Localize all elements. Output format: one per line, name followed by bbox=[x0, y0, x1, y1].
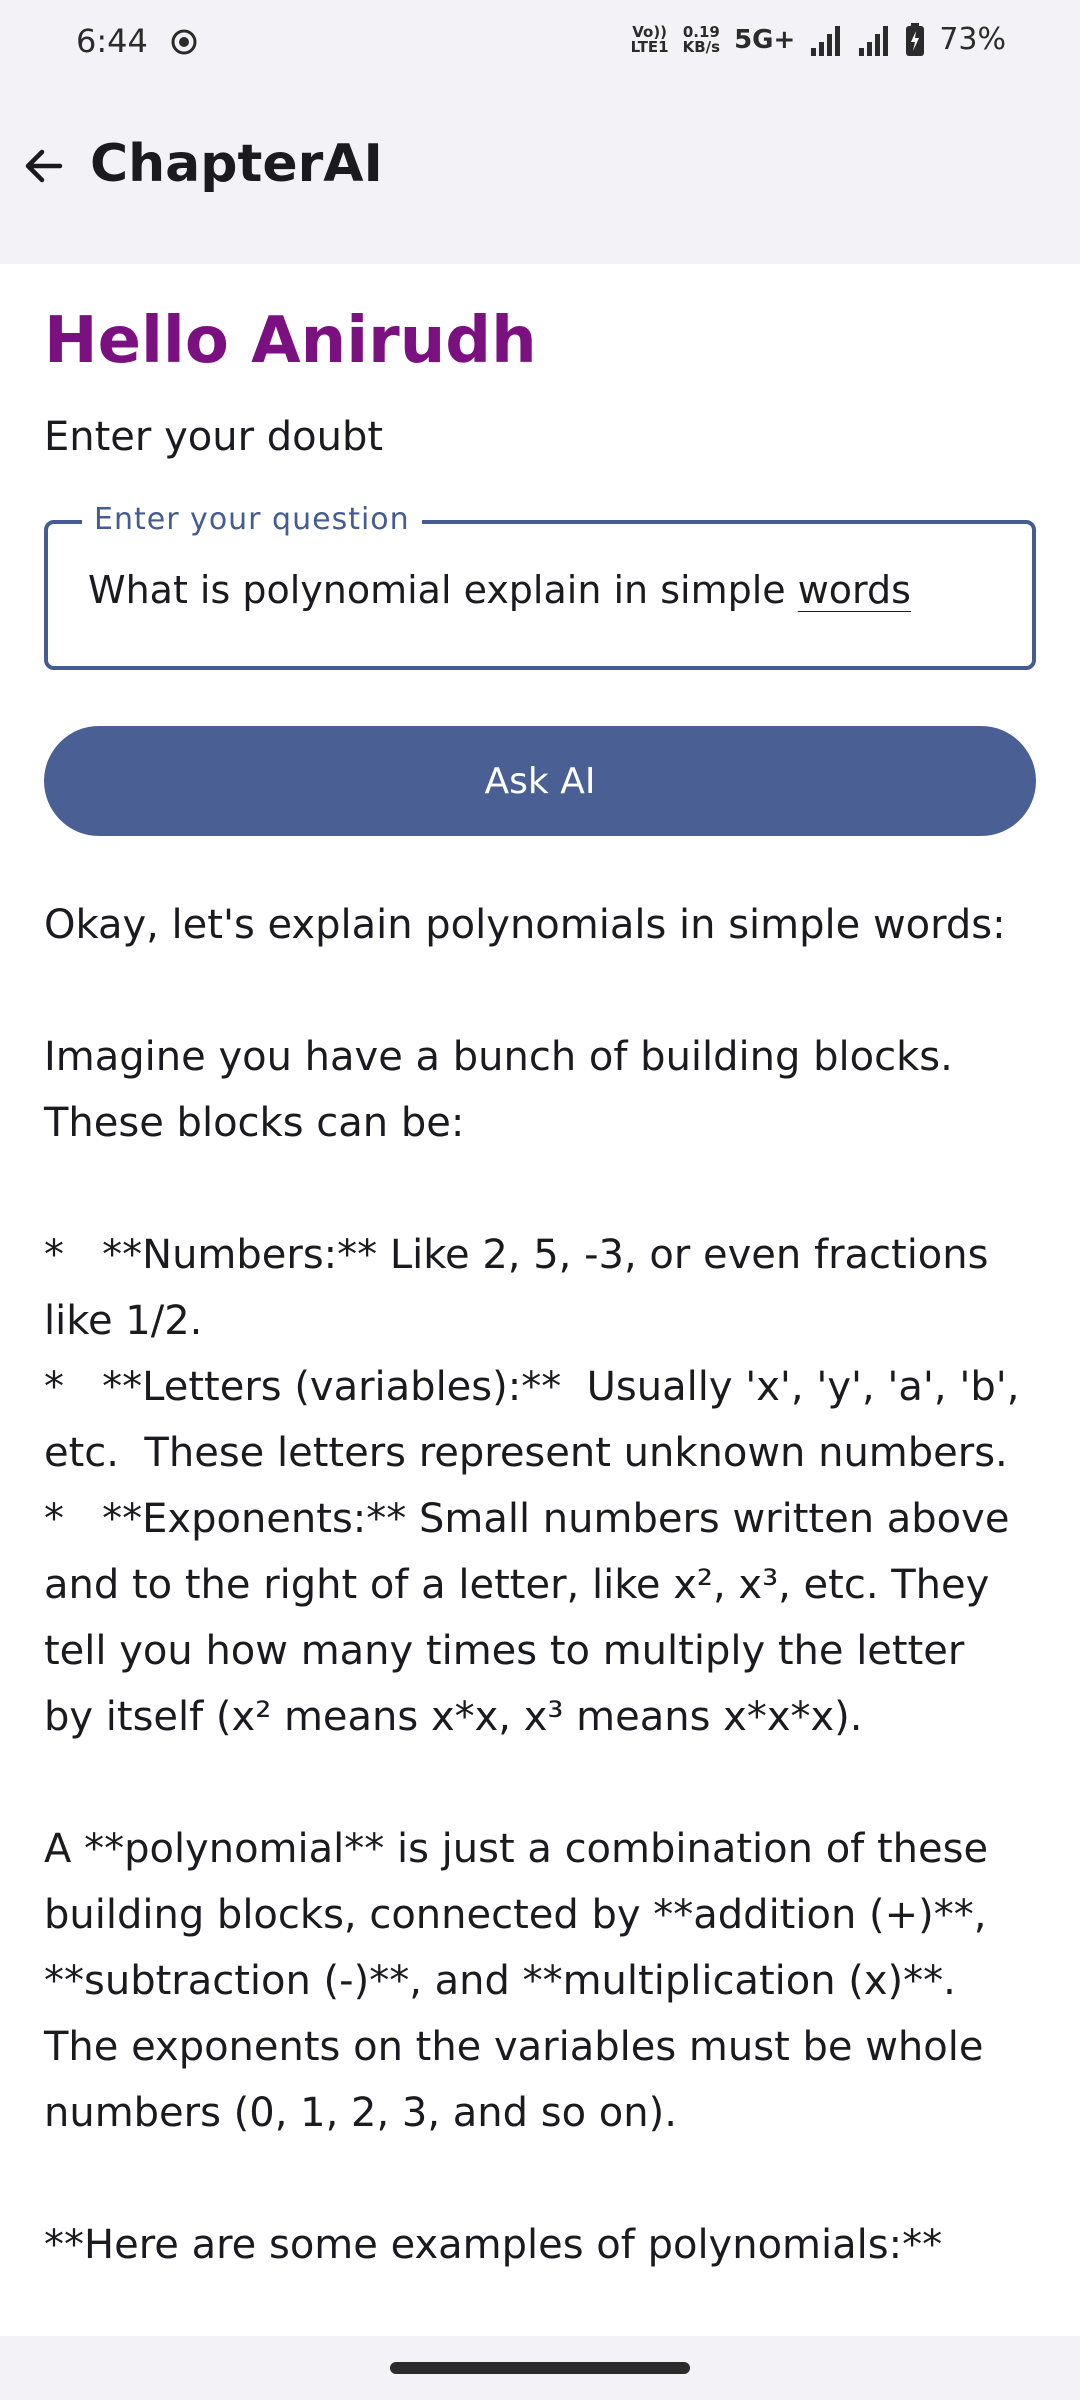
question-text: What is polynomial explain in simple bbox=[88, 568, 798, 612]
answer-line: and to the right of a letter, like x², x… bbox=[44, 1562, 990, 1608]
main-content: Hello Anirudh Enter your doubt Enter you… bbox=[44, 264, 1036, 2278]
answer-line: Okay, let's explain polynomials in simpl… bbox=[44, 902, 1006, 948]
answer-line: The exponents on the variables must be w… bbox=[44, 2024, 984, 2070]
status-icons: Vo)) LTE1 0.19 KB/s 5G+ 73% bbox=[631, 22, 1006, 57]
battery-percent: 73% bbox=[939, 22, 1006, 57]
answer-line: tell you how many times to multiply the … bbox=[44, 1628, 965, 1674]
notification-icon bbox=[171, 29, 197, 55]
prompt-label: Enter your doubt bbox=[44, 414, 384, 460]
question-field[interactable]: Enter your question What is polynomial e… bbox=[44, 502, 1036, 670]
status-bar: 6:44 Vo)) LTE1 0.19 KB/s 5G+ 73% bbox=[0, 0, 1080, 88]
greeting-title: Hello Anirudh bbox=[44, 304, 537, 378]
question-input[interactable]: What is polynomial explain in simple wor… bbox=[88, 568, 998, 612]
answer-line: * **Numbers:** Like 2, 5, -3, or even fr… bbox=[44, 1232, 989, 1278]
navigation-bar bbox=[0, 2336, 1080, 2400]
ai-answer: Okay, let's explain polynomials in simpl… bbox=[44, 892, 1064, 2278]
battery-icon bbox=[906, 22, 925, 56]
answer-line: like 1/2. bbox=[44, 1298, 203, 1344]
answer-line: These blocks can be: bbox=[44, 1100, 465, 1146]
app-title: ChapterAI bbox=[90, 134, 383, 194]
answer-line: building blocks, connected by **addition… bbox=[44, 1892, 987, 1938]
network-type: 5G+ bbox=[734, 24, 796, 55]
question-field-label: Enter your question bbox=[82, 502, 422, 537]
answer-line: numbers (0, 1, 2, 3, and so on). bbox=[44, 2090, 677, 2136]
status-time: 6:44 bbox=[76, 22, 148, 60]
answer-line: **Here are some examples of polynomials:… bbox=[44, 2222, 943, 2268]
home-gesture-handle[interactable] bbox=[390, 2362, 690, 2374]
signal-icon-sim2 bbox=[859, 25, 889, 56]
volte-indicator: Vo)) LTE1 bbox=[630, 22, 669, 56]
answer-line: Imagine you have a bunch of building blo… bbox=[44, 1034, 953, 1080]
network-speed: 0.19 KB/s bbox=[682, 22, 721, 56]
signal-icon bbox=[811, 25, 841, 56]
question-text-composing: words bbox=[797, 568, 911, 612]
answer-line: * **Letters (variables):** Usually 'x', … bbox=[44, 1364, 1020, 1410]
answer-line: etc. These letters represent unknown num… bbox=[44, 1430, 1008, 1476]
answer-line: * **Exponents:** Small numbers written a… bbox=[44, 1496, 1010, 1542]
answer-line: **subtraction (-)**, and **multiplicatio… bbox=[44, 1958, 956, 2004]
answer-line: by itself (x² means x*x, x³ means x*x*x)… bbox=[44, 1694, 863, 1740]
answer-line: A **polynomial** is just a combination o… bbox=[44, 1826, 989, 1872]
back-button[interactable] bbox=[16, 138, 72, 194]
app-bar: ChapterAI bbox=[0, 88, 1080, 264]
arrow-back-icon bbox=[25, 149, 63, 183]
ask-ai-button[interactable]: Ask AI bbox=[44, 726, 1036, 836]
